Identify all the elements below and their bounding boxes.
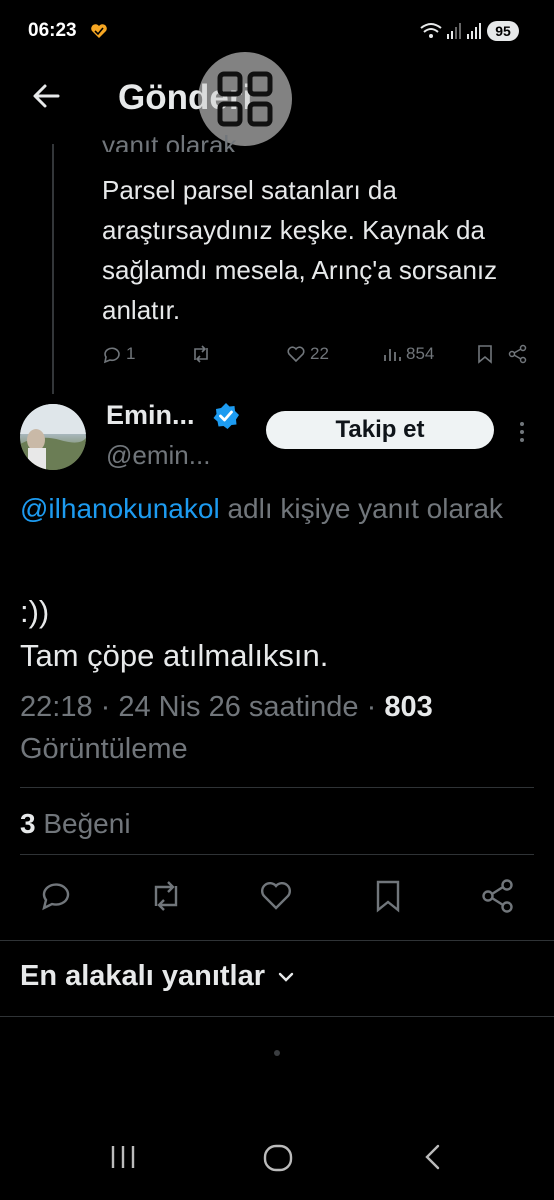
views-button[interactable]: 854	[382, 344, 434, 364]
divider	[0, 1016, 554, 1017]
mention-link[interactable]: @ilhanokunakol	[20, 493, 220, 524]
tweet-text: :)) Tam çöpe atılmalıksın.	[20, 590, 540, 678]
retweet-icon	[194, 345, 208, 363]
reply-count: 1	[126, 344, 136, 363]
author-handle[interactable]: @emin...	[106, 440, 210, 471]
tweet-text-line-1: :))	[20, 594, 50, 629]
battery-indicator: 95	[487, 21, 519, 41]
tweet-meta: 22:18 · 24 Nis 26 saatinde · 803 Görüntü…	[20, 686, 540, 770]
like-count: 22	[310, 344, 329, 363]
like-icon	[287, 346, 305, 363]
retweet-button[interactable]	[190, 344, 212, 364]
system-back-icon[interactable]	[420, 1142, 446, 1172]
bookmark-button[interactable]	[476, 344, 494, 364]
follow-button[interactable]: Takip et	[266, 411, 494, 449]
avatar[interactable]	[20, 404, 86, 470]
more-icon[interactable]	[512, 418, 532, 446]
thread-line	[52, 144, 54, 394]
verified-badge-icon	[213, 403, 239, 429]
share-button[interactable]	[508, 344, 528, 364]
likes-count: 3	[20, 808, 36, 839]
reply-sort-label: En alakalı yanıtlar	[20, 960, 266, 992]
chevron-down-icon	[278, 972, 294, 982]
signal-icon-2	[467, 23, 481, 39]
signal-icon	[447, 23, 461, 39]
recent-apps-icon[interactable]	[108, 1142, 138, 1172]
tweet-views-label: Görüntüleme	[20, 733, 188, 765]
views-icon	[384, 349, 401, 361]
back-arrow-icon[interactable]	[28, 78, 64, 114]
reply-icon[interactable]	[36, 876, 76, 916]
reply-to-suffix: adlı kişiye yanıt olarak	[219, 493, 503, 524]
likes-label: Beğeni	[43, 808, 131, 839]
tweet-timestamp[interactable]: 22:18 · 24 Nis 26 saatinde ·	[20, 691, 384, 723]
status-time: 06:23	[28, 20, 77, 41]
bookmark-icon	[478, 345, 492, 364]
likes-summary[interactable]: 3 Beğeni	[20, 808, 131, 840]
retweet-icon[interactable]	[146, 876, 186, 916]
home-icon[interactable]	[262, 1142, 294, 1174]
divider	[0, 940, 554, 941]
previous-reply-actions: 1 22 854	[102, 344, 532, 374]
reply-button[interactable]: 1	[102, 344, 135, 364]
app-notification-icon	[91, 24, 107, 38]
reply-to-context: @ilhanokunakol adlı kişiye yanıt olarak	[20, 488, 540, 530]
system-navigation-bar	[0, 1130, 554, 1190]
like-icon[interactable]	[256, 876, 296, 916]
loading-dot	[274, 1050, 280, 1056]
previous-reply-text: Parsel parsel satanları da araştırsaydın…	[102, 175, 498, 325]
tweet-text-line-2: Tam çöpe atılmalıksın.	[20, 638, 329, 673]
like-button[interactable]: 22	[286, 344, 329, 364]
reply-sort-dropdown[interactable]: En alakalı yanıtlar	[20, 960, 295, 993]
wifi-icon	[420, 23, 442, 38]
tweet-views-count: 803	[384, 691, 433, 723]
divider	[20, 854, 534, 855]
avatar-photo-icon	[20, 404, 86, 470]
share-icon[interactable]	[478, 876, 518, 916]
divider	[20, 787, 534, 788]
tweet-action-bar	[0, 876, 554, 922]
author-name[interactable]: Emin...	[106, 400, 195, 431]
previous-reply-context: yanıt olarak	[102, 130, 237, 152]
share-icon	[508, 344, 527, 364]
bookmark-icon[interactable]	[368, 876, 408, 916]
reply-icon	[103, 347, 120, 364]
views-count: 854	[406, 344, 435, 363]
